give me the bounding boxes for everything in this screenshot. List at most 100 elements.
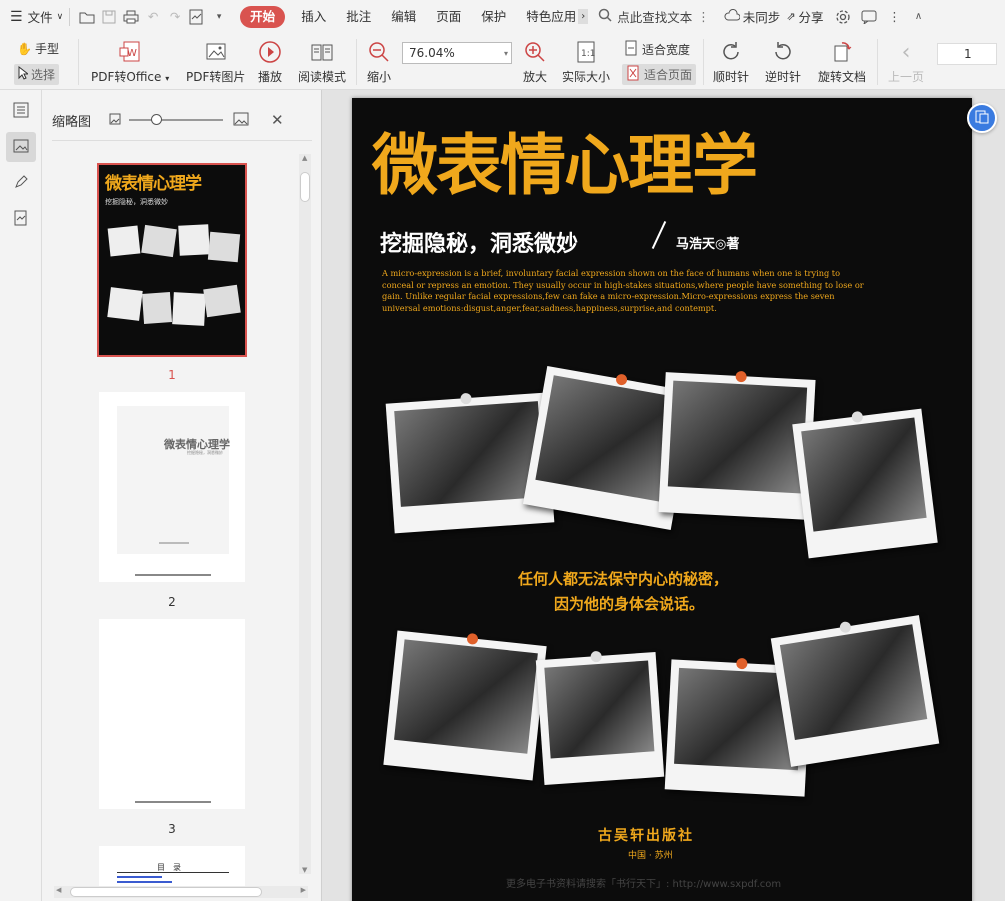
- fit-width-icon: [624, 40, 638, 59]
- document-viewer[interactable]: 微表情心理学 挖掘隐秘，洞悉微妙 马浩天◎著 A micro-expressio…: [322, 90, 1005, 901]
- zoom-dropdown-icon[interactable]: ▾: [504, 49, 508, 58]
- chevron-left-icon: ‹: [901, 39, 911, 65]
- play-button[interactable]: 播放: [257, 39, 283, 85]
- print-icon[interactable]: [120, 6, 142, 28]
- rotate-doc-label: 旋转文档: [818, 70, 867, 84]
- read-mode-button[interactable]: 阅读模式: [298, 39, 346, 85]
- rotate-clockwise-button[interactable]: 顺时针: [713, 39, 749, 85]
- chevron-down-icon: ∨: [56, 11, 64, 22]
- rotate-doc-icon: [829, 39, 855, 65]
- save-icon[interactable]: [98, 6, 120, 28]
- slider-handle[interactable]: [151, 114, 163, 125]
- rotate-counterclockwise-button[interactable]: 逆时针: [765, 39, 801, 85]
- scrunched-face-image: [394, 639, 538, 754]
- tab-home[interactable]: 开始: [240, 5, 286, 28]
- tab-insert[interactable]: 插入: [291, 6, 336, 28]
- pin-icon: [736, 657, 748, 670]
- search-more-icon[interactable]: ⋮: [697, 9, 710, 24]
- pin-icon: [590, 650, 603, 663]
- scroll-thumb[interactable]: [300, 172, 310, 202]
- outline-button[interactable]: [6, 96, 36, 126]
- thumb-header: 缩略图 ✕: [52, 111, 312, 130]
- pdf-to-office-text: PDF转Office: [91, 70, 162, 84]
- play-label: 播放: [257, 70, 282, 84]
- thumbnail-page-2[interactable]: 微表情心理学 挖掘隐秘，洞悉微妙: [99, 392, 245, 582]
- page-number-input[interactable]: 1: [937, 43, 997, 65]
- h-scroll-thumb[interactable]: [70, 887, 262, 897]
- prev-page-button[interactable]: ‹ 上一页: [888, 39, 924, 85]
- thumbnail-page-3[interactable]: [99, 619, 245, 809]
- redo-icon[interactable]: ↷: [164, 6, 186, 28]
- thumbnail-page-1[interactable]: 微表情心理学 挖掘隐秘，洞悉微妙: [97, 163, 247, 357]
- close-panel-icon[interactable]: ✕: [271, 111, 284, 129]
- floating-badge[interactable]: [967, 103, 997, 133]
- actual-size-icon: 1:1: [573, 39, 599, 65]
- picture-icon: [203, 39, 229, 65]
- scroll-right-arrow-icon[interactable]: ▶: [301, 886, 306, 894]
- tab-annotate[interactable]: 批注: [336, 6, 381, 28]
- photo-closed-eye: [770, 615, 940, 767]
- search-icon: [598, 8, 612, 25]
- thumb-1-subtitle: 挖掘隐秘，洞悉微妙: [105, 198, 168, 206]
- scroll-down-arrow-icon[interactable]: ▼: [302, 866, 307, 874]
- comment-icon[interactable]: [858, 6, 880, 28]
- small-image-icon: [109, 113, 121, 128]
- sync-status[interactable]: 未同步: [724, 0, 780, 33]
- tab-edit[interactable]: 编辑: [381, 6, 426, 28]
- search-box[interactable]: 点此查找文本 ⋮: [598, 0, 710, 33]
- zoom-in-label: 放大: [522, 70, 547, 84]
- ribbon-toolbar: ✋ 手型 选择 W PDF转Office ▾ PDF转图片 播放 阅读模式 缩小…: [0, 33, 1005, 90]
- zoom-out-icon: [366, 39, 392, 65]
- open-folder-icon[interactable]: [76, 6, 98, 28]
- hand-icon: ✋: [17, 41, 32, 56]
- left-rail: [0, 90, 42, 901]
- thumb-horizontal-scrollbar[interactable]: ◀ ▶: [54, 886, 308, 898]
- large-image-icon: [233, 112, 249, 129]
- search-placeholder: 点此查找文本: [617, 10, 693, 25]
- publisher-name: 古吴轩出版社: [598, 828, 694, 844]
- share-button[interactable]: ⇗ 分享: [786, 0, 823, 33]
- collapse-ribbon-icon[interactable]: ∧: [908, 6, 930, 28]
- pdf-to-office-label: PDF转Office ▾: [91, 70, 170, 84]
- zoom-select[interactable]: 76.04% ▾: [402, 42, 512, 64]
- pin-icon: [839, 620, 852, 634]
- pdf-to-office-button[interactable]: W PDF转Office ▾: [91, 39, 169, 85]
- thumbnail-page-4[interactable]: 目 录: [99, 846, 245, 886]
- cloud-icon: [724, 9, 741, 24]
- file-menu-label: 文件: [27, 10, 53, 25]
- actual-size-button[interactable]: 1:1 实际大小: [562, 39, 610, 85]
- rotate-ccw-label: 逆时针: [765, 70, 802, 84]
- rotate-ccw-icon: [770, 39, 796, 65]
- pdf-to-image-button[interactable]: PDF转图片: [186, 39, 245, 85]
- rotate-document-button[interactable]: 旋转文档: [818, 39, 866, 85]
- tab-protect[interactable]: 保护: [471, 6, 516, 28]
- thumbnails-button[interactable]: [6, 132, 36, 162]
- file-menu[interactable]: ☰ 文件 ∨: [10, 0, 63, 33]
- closed-eye-image: [779, 624, 928, 741]
- zoom-out-button[interactable]: 缩小: [366, 39, 392, 85]
- undo-icon[interactable]: ↶: [142, 6, 164, 28]
- pin-icon: [615, 373, 628, 387]
- tab-page[interactable]: 页面: [426, 6, 471, 28]
- sign-icon[interactable]: [186, 6, 208, 28]
- hand-tool-label: 手型: [34, 42, 59, 56]
- select-tool-button[interactable]: 选择: [14, 64, 60, 85]
- tab-features[interactable]: 特色应用: [516, 6, 578, 28]
- more-options-icon[interactable]: ⋮: [884, 6, 906, 28]
- annotations-button[interactable]: [6, 168, 36, 198]
- thumb-1-number: 1: [168, 368, 176, 382]
- scroll-left-arrow-icon[interactable]: ◀: [56, 886, 61, 894]
- zoom-in-button[interactable]: 放大: [522, 39, 548, 85]
- pdf-to-word-icon: W: [117, 39, 143, 65]
- settings-gear-icon[interactable]: [832, 6, 854, 28]
- tab-scroll-right-icon[interactable]: ›: [578, 9, 589, 24]
- more-dropdown-icon[interactable]: ▾: [208, 6, 230, 28]
- eye-photo-image: [801, 417, 927, 532]
- signature-button[interactable]: [6, 204, 36, 234]
- hand-tool-button[interactable]: ✋ 手型: [17, 40, 59, 57]
- fit-width-button[interactable]: 适合宽度: [624, 40, 690, 59]
- thumb-vertical-scrollbar[interactable]: ▲ ▼: [299, 154, 311, 874]
- fit-page-button[interactable]: 适合页面: [622, 64, 697, 85]
- thumb-size-slider[interactable]: [129, 114, 224, 125]
- scroll-up-arrow-icon[interactable]: ▲: [302, 154, 307, 162]
